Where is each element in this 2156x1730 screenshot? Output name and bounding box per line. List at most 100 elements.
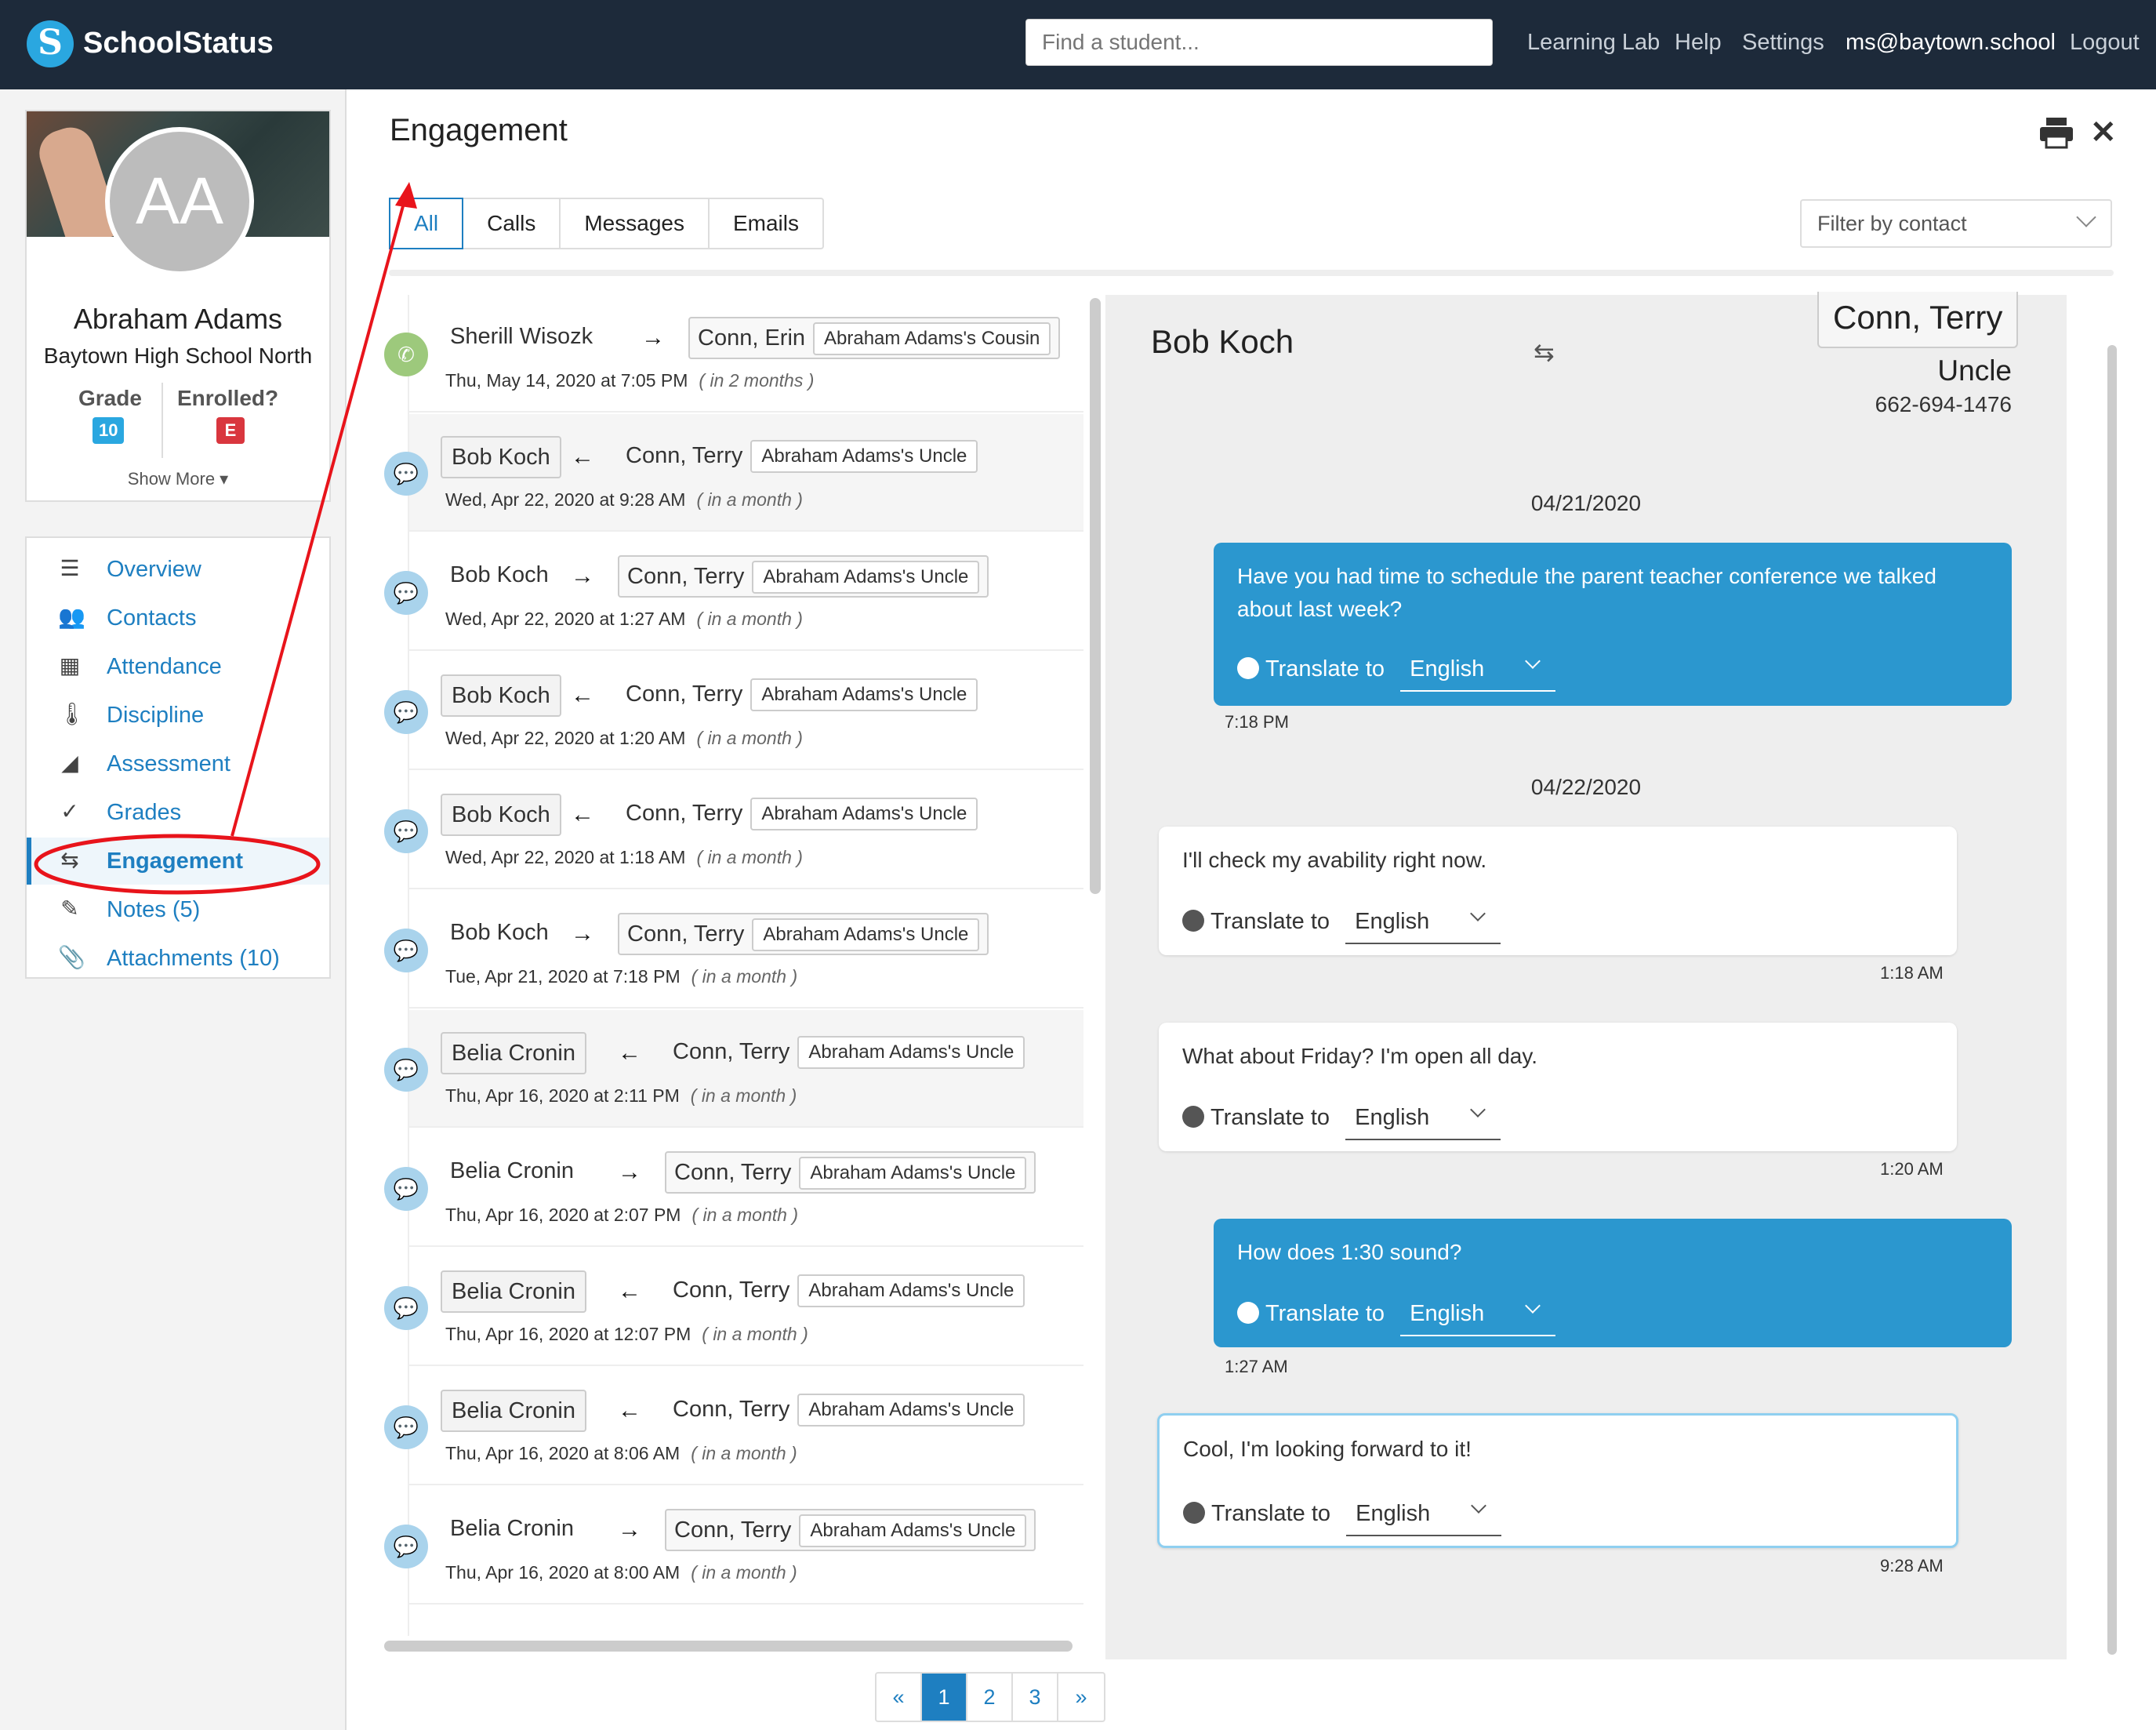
tab-messages[interactable]: Messages: [561, 199, 710, 248]
contact-box[interactable]: Conn, Terry Abraham Adams's Uncle: [665, 1270, 1033, 1313]
pencil-icon: ✎: [60, 896, 79, 921]
staff-name: Belia Cronin: [441, 1270, 586, 1313]
tab-emails[interactable]: Emails: [710, 199, 822, 248]
globe-icon: [1237, 657, 1259, 679]
student-search-input[interactable]: [1025, 19, 1493, 66]
relation-badge: Abraham Adams's Uncle: [750, 678, 978, 711]
language-select[interactable]: English: [1345, 1101, 1501, 1140]
language-select[interactable]: English: [1400, 652, 1556, 692]
relative-time: ( in a month ): [696, 489, 803, 510]
brand-name[interactable]: SchoolStatus: [83, 27, 274, 60]
print-icon[interactable]: [2038, 116, 2074, 149]
nav-label: Attachments (10): [107, 946, 280, 971]
pagination-page-1[interactable]: 1: [922, 1674, 967, 1721]
nav-item-grades[interactable]: ✓ Grades: [27, 789, 329, 836]
pagination-next[interactable]: »: [1058, 1674, 1104, 1721]
message-time: 7:18 PM: [1225, 712, 1289, 732]
contact-name: Conn, Terry: [627, 564, 745, 589]
contact-box[interactable]: Conn, Erin Abraham Adams's Cousin: [688, 317, 1061, 359]
pagination-page-2[interactable]: 2: [967, 1674, 1013, 1721]
contact-box[interactable]: Conn, Terry Abraham Adams's Uncle: [618, 555, 989, 598]
contact-box[interactable]: Conn, Terry Abraham Adams's Uncle: [618, 674, 985, 717]
contact-box[interactable]: Conn, Terry Abraham Adams's Uncle: [618, 436, 985, 478]
contact-box[interactable]: Conn, Terry Abraham Adams's Uncle: [665, 1509, 1036, 1551]
help-link[interactable]: Help: [1675, 30, 1722, 56]
nav-item-assessment[interactable]: ◢ Assessment: [27, 740, 329, 787]
schoolstatus-logo-icon[interactable]: S: [27, 20, 74, 67]
relative-time: ( in a month ): [691, 1205, 798, 1225]
language-select[interactable]: English: [1345, 905, 1501, 944]
contact-name: Conn, Terry: [626, 443, 743, 468]
contact-box[interactable]: Conn, Terry Abraham Adams's Uncle: [618, 913, 989, 955]
staff-name: Bob Koch: [450, 920, 549, 945]
relation-badge: Abraham Adams's Uncle: [752, 561, 980, 594]
message-bubble-outgoing: How does 1:30 sound? Translate to Englis…: [1214, 1219, 2012, 1347]
contact-box[interactable]: Conn, Terry Abraham Adams's Uncle: [665, 1390, 1033, 1432]
list-scrollbar[interactable]: [1090, 298, 1101, 894]
relation-badge: Abraham Adams's Uncle: [799, 1157, 1027, 1190]
staff-name: Sherill Wisozk: [450, 324, 593, 349]
thread-staff-name: Bob Koch: [1151, 323, 1294, 360]
list-item[interactable]: Belia Cronin → Conn, Terry Abraham Adams's …: [409, 1129, 1083, 1247]
staff-name: Belia Cronin: [450, 1516, 574, 1541]
list-icon: ☰: [60, 556, 80, 580]
nav-item-overview[interactable]: ☰ Overview: [27, 546, 329, 593]
pagination-prev[interactable]: «: [877, 1674, 922, 1721]
list-item[interactable]: Belia Cronin ← Conn, Terry Abraham Adams's …: [409, 1248, 1083, 1366]
list-horizontal-scrollbar[interactable]: [384, 1641, 1073, 1652]
tab-all[interactable]: All: [389, 198, 464, 249]
contact-name: Conn, Terry: [674, 1517, 792, 1543]
learning-lab-link[interactable]: Learning Lab: [1527, 30, 1660, 56]
list-item[interactable]: Belia Cronin → Conn, Terry Abraham Adams's …: [409, 1487, 1083, 1605]
contact-box[interactable]: Conn, Terry Abraham Adams's Uncle: [665, 1032, 1033, 1074]
globe-icon: [1183, 1502, 1205, 1524]
tab-calls[interactable]: Calls: [463, 199, 561, 248]
filter-placeholder: Filter by contact: [1817, 212, 1967, 235]
nav-item-discipline[interactable]: 🌡 Discipline: [27, 692, 329, 739]
nav-item-engagement[interactable]: ⇆ Engagement: [27, 838, 329, 885]
timestamp-text: Thu, May 14, 2020 at 7:05 PM: [445, 370, 688, 391]
contact-box[interactable]: Conn, Terry Abraham Adams's Uncle: [665, 1151, 1036, 1194]
list-item[interactable]: Bob Koch ← Conn, Terry Abraham Adams's Uncl…: [409, 414, 1083, 532]
thread-scrollbar[interactable]: [2107, 345, 2117, 1655]
list-item[interactable]: Bob Koch → Conn, Terry Abraham Adams's Uncl…: [409, 533, 1083, 651]
nav-item-attachments[interactable]: 📎 Attachments (10): [27, 935, 329, 982]
nav-item-contacts[interactable]: 👥 Contacts: [27, 594, 329, 641]
relation-badge: Abraham Adams's Uncle: [797, 1036, 1025, 1069]
contact-box[interactable]: Conn, Terry Abraham Adams's Uncle: [618, 794, 985, 836]
language-select[interactable]: English: [1400, 1297, 1556, 1336]
user-email-link[interactable]: ms@baytown.school: [1846, 30, 2056, 56]
pagination-page-3[interactable]: 3: [1013, 1674, 1058, 1721]
timestamp: Wed, Apr 22, 2020 at 9:28 AM ( in a month…: [445, 489, 803, 511]
arrow-right-icon: →: [618, 1517, 641, 1543]
nav-item-attendance[interactable]: ▦ Attendance: [27, 643, 329, 690]
language-value: English: [1356, 1501, 1431, 1526]
nav-label: Contacts: [107, 605, 197, 631]
globe-icon: [1237, 1302, 1259, 1324]
translate-label: Translate to: [1265, 656, 1385, 681]
nav-label: Grades: [107, 800, 182, 825]
nav-item-notes[interactable]: ✎ Notes (5): [27, 886, 329, 933]
thread-contact-phone: 662-694-1476: [1875, 392, 2012, 416]
list-item[interactable]: Bob Koch → Conn, Terry Abraham Adams's Uncl…: [409, 891, 1083, 1009]
settings-link[interactable]: Settings: [1742, 30, 1824, 56]
close-icon[interactable]: ✕: [2090, 114, 2117, 151]
grade-badge: 10: [93, 417, 125, 444]
list-item[interactable]: Bob Koch ← Conn, Terry Abraham Adams's Uncl…: [409, 652, 1083, 770]
relative-time: ( in a month ): [696, 728, 803, 748]
message-text: What about Friday? I'm open all day.: [1182, 1044, 1538, 1068]
message-bubble-incoming: What about Friday? I'm open all day. Tra…: [1159, 1023, 1957, 1151]
show-more-button[interactable]: Show More ▾: [27, 469, 329, 489]
language-select[interactable]: English: [1346, 1497, 1502, 1536]
paperclip-icon: 📎: [58, 945, 85, 969]
list-item[interactable]: Belia Cronin ← Conn, Terry Abraham Adams's …: [409, 1010, 1083, 1128]
message-time: 1:27 AM: [1225, 1357, 1288, 1376]
list-item[interactable]: Belia Cronin ← Conn, Terry Abraham Adams's …: [409, 1368, 1083, 1485]
list-item[interactable]: Sherill Wisozk → Conn, Erin Abraham Adams's…: [409, 295, 1083, 413]
chat-icon: 💬: [384, 690, 428, 734]
timestamp: Thu, May 14, 2020 at 7:05 PM ( in 2 month…: [445, 370, 814, 391]
logout-link[interactable]: Logout: [2070, 30, 2140, 56]
nav-label: Attendance: [107, 654, 222, 679]
filter-by-contact-select[interactable]: Filter by contact: [1800, 199, 2112, 248]
list-item[interactable]: Bob Koch ← Conn, Terry Abraham Adams's Uncl…: [409, 772, 1083, 889]
